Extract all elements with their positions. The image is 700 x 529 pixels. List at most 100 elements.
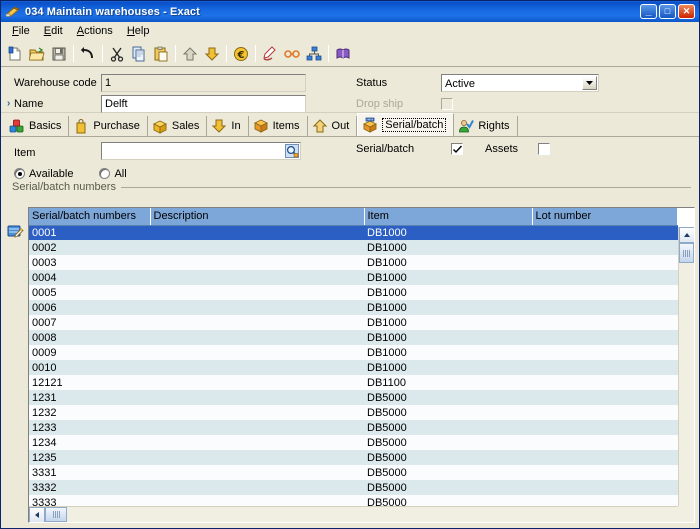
cell-lot[interactable] [532,375,678,390]
cell-description[interactable] [150,315,364,330]
table-row[interactable]: 1235 DB5000 [29,450,678,465]
radio-all[interactable]: All [99,168,127,180]
cell-lot[interactable] [532,360,678,375]
hierarchy-icon[interactable] [303,43,325,65]
cell-item[interactable]: DB5000 [364,405,532,420]
cell-serial[interactable]: 3331 [29,465,150,480]
search-magnifier-icon[interactable] [285,144,299,158]
table-row[interactable]: 0002 DB1000 [29,240,678,255]
serial-batch-checkbox[interactable] [451,143,463,155]
cell-description[interactable] [150,465,364,480]
cell-item[interactable]: DB1000 [364,225,532,240]
serial-batch-grid[interactable]: Serial/batch numbers Description Item Lo… [28,207,695,523]
menu-item-actions[interactable]: Actions [70,23,120,39]
table-row[interactable]: 0003 DB1000 [29,255,678,270]
scroll-up-button[interactable] [679,227,694,243]
horizontal-scroll-thumb[interactable] [45,507,67,522]
cell-serial[interactable]: 1233 [29,420,150,435]
cell-item[interactable]: DB1000 [364,300,532,315]
horizontal-scrollbar[interactable] [29,506,678,522]
vertical-scrollbar[interactable] [678,227,694,506]
cell-serial[interactable]: 1234 [29,435,150,450]
cell-item[interactable]: DB5000 [364,420,532,435]
cell-item[interactable]: DB1000 [364,345,532,360]
cell-lot[interactable] [532,315,678,330]
glasses-icon[interactable] [281,43,303,65]
cell-serial[interactable]: 3332 [29,480,150,495]
cell-serial[interactable]: 1231 [29,390,150,405]
cell-serial[interactable]: 0007 [29,315,150,330]
cell-serial[interactable]: 1235 [29,450,150,465]
col-header-item[interactable]: Item [364,208,533,226]
cell-serial[interactable]: 0004 [29,270,150,285]
assets-checkbox[interactable] [538,143,550,155]
table-row[interactable]: 3331 DB5000 [29,465,678,480]
cell-item[interactable]: DB1000 [364,360,532,375]
table-row[interactable]: 0009 DB1000 [29,345,678,360]
cell-description[interactable] [150,435,364,450]
maximize-button[interactable]: □ [659,4,676,19]
cell-serial[interactable]: 0002 [29,240,150,255]
cell-description[interactable] [150,225,364,240]
table-row[interactable]: 0001 DB1000 [29,225,678,240]
cell-lot[interactable] [532,465,678,480]
paste-icon[interactable] [150,43,172,65]
table-row[interactable]: 3332 DB5000 [29,480,678,495]
cell-lot[interactable] [532,345,678,360]
cell-item[interactable]: DB5000 [364,435,532,450]
cell-item[interactable]: DB1000 [364,330,532,345]
tab-basics[interactable]: Basics [5,116,70,136]
cell-serial[interactable]: 0009 [29,345,150,360]
cell-lot[interactable] [532,300,678,315]
cell-description[interactable] [150,285,364,300]
cell-description[interactable] [150,330,364,345]
vertical-scroll-thumb[interactable] [679,243,694,263]
cell-item[interactable]: DB5000 [364,480,532,495]
cell-serial[interactable]: 3333 [29,495,150,506]
cell-description[interactable] [150,420,364,435]
arrow-up-icon[interactable] [179,43,201,65]
cell-item[interactable]: DB5000 [364,465,532,480]
book-icon[interactable] [332,43,354,65]
undo-arrow-icon[interactable] [77,43,99,65]
table-row[interactable]: 1232 DB5000 [29,405,678,420]
tab-purchase[interactable]: Purchase [69,116,148,136]
menu-item-edit[interactable]: Edit [37,23,70,39]
save-disk-icon[interactable] [48,43,70,65]
open-folder-icon[interactable] [26,43,48,65]
cell-serial[interactable]: 1232 [29,405,150,420]
edit-pencil-icon[interactable] [259,43,281,65]
cell-item[interactable]: DB1100 [364,375,532,390]
scroll-left-button[interactable] [29,507,45,522]
cell-item[interactable]: DB5000 [364,495,532,506]
cell-lot[interactable] [532,495,678,506]
status-dropdown[interactable]: Active [441,73,599,92]
table-row[interactable]: 0004 DB1000 [29,270,678,285]
cell-lot[interactable] [532,450,678,465]
cell-serial[interactable]: 0003 [29,255,150,270]
table-row[interactable]: 3333 DB5000 [29,495,678,506]
cell-description[interactable] [150,240,364,255]
cut-scissors-icon[interactable] [106,43,128,65]
tab-rights[interactable]: Rights [454,116,518,136]
cell-lot[interactable] [532,255,678,270]
cell-description[interactable] [150,480,364,495]
tab-sales[interactable]: Sales [147,116,208,136]
table-row[interactable]: 0010 DB1000 [29,360,678,375]
item-input[interactable] [101,142,301,160]
cell-description[interactable] [150,255,364,270]
cell-item[interactable]: DB1000 [364,255,532,270]
cell-description[interactable] [150,270,364,285]
cell-item[interactable]: DB1000 [364,315,532,330]
arrow-down-icon[interactable] [201,43,223,65]
cell-item[interactable]: DB1000 [364,240,532,255]
cell-description[interactable] [150,360,364,375]
menu-item-help[interactable]: Help [120,23,157,39]
table-row[interactable]: 0007 DB1000 [29,315,678,330]
cell-serial[interactable]: 12121 [29,375,150,390]
cell-description[interactable] [150,450,364,465]
minimize-button[interactable]: _ [640,4,657,19]
table-row[interactable]: 0005 DB1000 [29,285,678,300]
col-header-lot[interactable]: Lot number [532,208,678,226]
tab-out[interactable]: Out [307,116,358,136]
